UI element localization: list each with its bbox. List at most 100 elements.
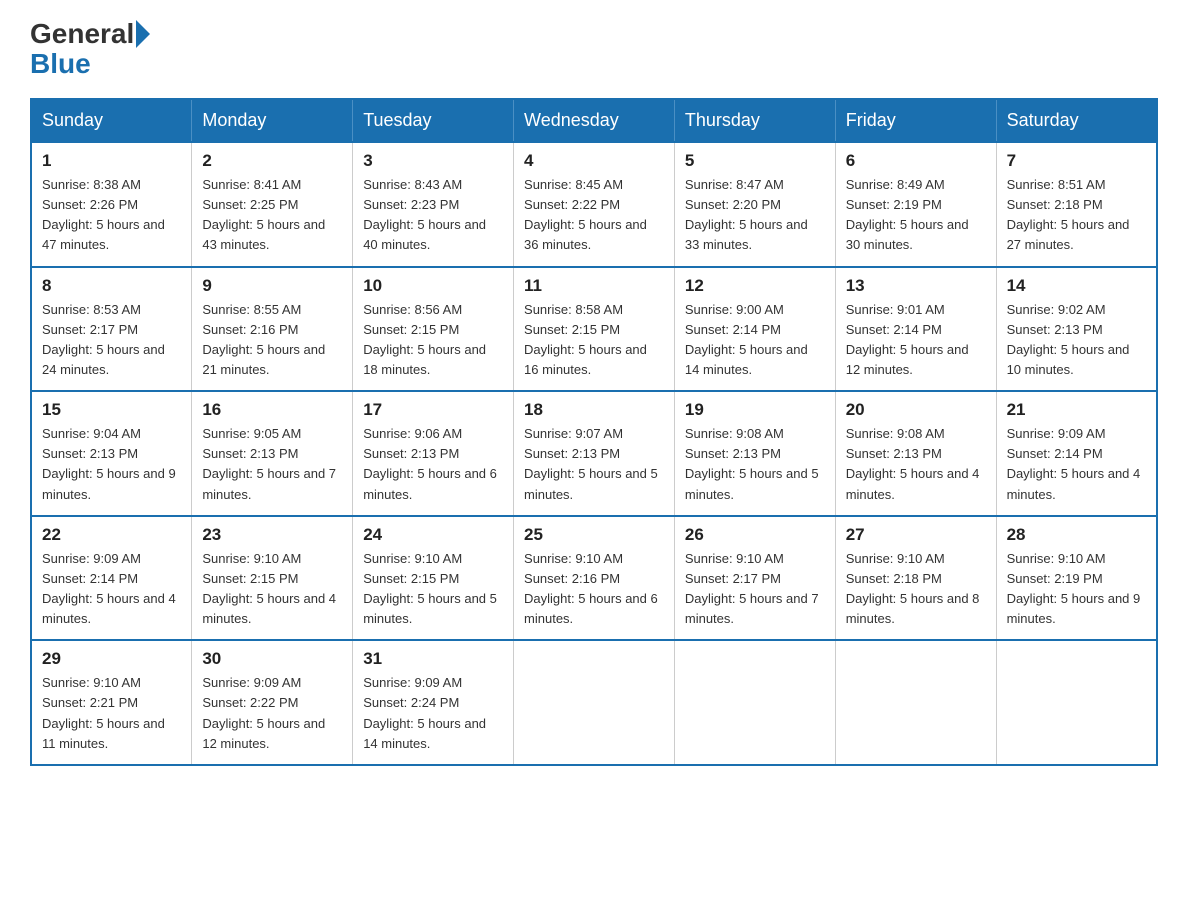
day-info: Sunrise: 9:06 AMSunset: 2:13 PMDaylight:… [363, 426, 497, 501]
day-info: Sunrise: 9:05 AMSunset: 2:13 PMDaylight:… [202, 426, 336, 501]
calendar-cell: 25 Sunrise: 9:10 AMSunset: 2:16 PMDaylig… [514, 516, 675, 641]
calendar-cell: 1 Sunrise: 8:38 AMSunset: 2:26 PMDayligh… [31, 142, 192, 267]
calendar-cell: 23 Sunrise: 9:10 AMSunset: 2:15 PMDaylig… [192, 516, 353, 641]
calendar-cell: 2 Sunrise: 8:41 AMSunset: 2:25 PMDayligh… [192, 142, 353, 267]
calendar-cell: 21 Sunrise: 9:09 AMSunset: 2:14 PMDaylig… [996, 391, 1157, 516]
weekday-header-row: SundayMondayTuesdayWednesdayThursdayFrid… [31, 99, 1157, 142]
day-info: Sunrise: 9:09 AMSunset: 2:14 PMDaylight:… [1007, 426, 1141, 501]
day-number: 1 [42, 151, 181, 171]
calendar-cell: 15 Sunrise: 9:04 AMSunset: 2:13 PMDaylig… [31, 391, 192, 516]
day-info: Sunrise: 9:09 AMSunset: 2:24 PMDaylight:… [363, 675, 486, 750]
day-number: 21 [1007, 400, 1146, 420]
day-info: Sunrise: 9:10 AMSunset: 2:15 PMDaylight:… [202, 551, 336, 626]
logo: General Blue [30, 20, 152, 80]
day-number: 31 [363, 649, 503, 669]
day-number: 29 [42, 649, 181, 669]
day-number: 4 [524, 151, 664, 171]
day-info: Sunrise: 8:38 AMSunset: 2:26 PMDaylight:… [42, 177, 165, 252]
day-number: 17 [363, 400, 503, 420]
calendar-cell [674, 640, 835, 765]
day-number: 30 [202, 649, 342, 669]
day-number: 24 [363, 525, 503, 545]
day-number: 15 [42, 400, 181, 420]
calendar-cell: 31 Sunrise: 9:09 AMSunset: 2:24 PMDaylig… [353, 640, 514, 765]
day-number: 9 [202, 276, 342, 296]
calendar-week-row: 15 Sunrise: 9:04 AMSunset: 2:13 PMDaylig… [31, 391, 1157, 516]
day-info: Sunrise: 9:10 AMSunset: 2:17 PMDaylight:… [685, 551, 819, 626]
day-number: 23 [202, 525, 342, 545]
calendar-table: SundayMondayTuesdayWednesdayThursdayFrid… [30, 98, 1158, 766]
day-info: Sunrise: 9:09 AMSunset: 2:22 PMDaylight:… [202, 675, 325, 750]
page-header: General Blue [30, 20, 1158, 80]
day-number: 7 [1007, 151, 1146, 171]
calendar-cell: 24 Sunrise: 9:10 AMSunset: 2:15 PMDaylig… [353, 516, 514, 641]
logo-general-text: General [30, 20, 134, 48]
calendar-cell: 5 Sunrise: 8:47 AMSunset: 2:20 PMDayligh… [674, 142, 835, 267]
calendar-week-row: 22 Sunrise: 9:09 AMSunset: 2:14 PMDaylig… [31, 516, 1157, 641]
day-info: Sunrise: 9:00 AMSunset: 2:14 PMDaylight:… [685, 302, 808, 377]
day-number: 25 [524, 525, 664, 545]
calendar-cell: 3 Sunrise: 8:43 AMSunset: 2:23 PMDayligh… [353, 142, 514, 267]
calendar-cell: 20 Sunrise: 9:08 AMSunset: 2:13 PMDaylig… [835, 391, 996, 516]
day-info: Sunrise: 9:10 AMSunset: 2:15 PMDaylight:… [363, 551, 497, 626]
calendar-cell: 14 Sunrise: 9:02 AMSunset: 2:13 PMDaylig… [996, 267, 1157, 392]
day-info: Sunrise: 9:04 AMSunset: 2:13 PMDaylight:… [42, 426, 176, 501]
day-info: Sunrise: 9:10 AMSunset: 2:18 PMDaylight:… [846, 551, 980, 626]
calendar-cell: 6 Sunrise: 8:49 AMSunset: 2:19 PMDayligh… [835, 142, 996, 267]
day-info: Sunrise: 8:55 AMSunset: 2:16 PMDaylight:… [202, 302, 325, 377]
calendar-cell: 12 Sunrise: 9:00 AMSunset: 2:14 PMDaylig… [674, 267, 835, 392]
calendar-cell: 4 Sunrise: 8:45 AMSunset: 2:22 PMDayligh… [514, 142, 675, 267]
day-info: Sunrise: 9:08 AMSunset: 2:13 PMDaylight:… [685, 426, 819, 501]
day-number: 22 [42, 525, 181, 545]
calendar-cell: 17 Sunrise: 9:06 AMSunset: 2:13 PMDaylig… [353, 391, 514, 516]
weekday-header-tuesday: Tuesday [353, 99, 514, 142]
day-number: 14 [1007, 276, 1146, 296]
calendar-week-row: 8 Sunrise: 8:53 AMSunset: 2:17 PMDayligh… [31, 267, 1157, 392]
day-info: Sunrise: 9:07 AMSunset: 2:13 PMDaylight:… [524, 426, 658, 501]
day-number: 10 [363, 276, 503, 296]
weekday-header-wednesday: Wednesday [514, 99, 675, 142]
day-number: 13 [846, 276, 986, 296]
day-number: 3 [363, 151, 503, 171]
day-info: Sunrise: 8:43 AMSunset: 2:23 PMDaylight:… [363, 177, 486, 252]
day-info: Sunrise: 9:02 AMSunset: 2:13 PMDaylight:… [1007, 302, 1130, 377]
day-number: 18 [524, 400, 664, 420]
calendar-cell [996, 640, 1157, 765]
calendar-cell: 30 Sunrise: 9:09 AMSunset: 2:22 PMDaylig… [192, 640, 353, 765]
calendar-cell: 19 Sunrise: 9:08 AMSunset: 2:13 PMDaylig… [674, 391, 835, 516]
day-number: 5 [685, 151, 825, 171]
calendar-cell: 28 Sunrise: 9:10 AMSunset: 2:19 PMDaylig… [996, 516, 1157, 641]
weekday-header-saturday: Saturday [996, 99, 1157, 142]
day-info: Sunrise: 9:01 AMSunset: 2:14 PMDaylight:… [846, 302, 969, 377]
day-info: Sunrise: 9:08 AMSunset: 2:13 PMDaylight:… [846, 426, 980, 501]
day-number: 6 [846, 151, 986, 171]
day-info: Sunrise: 8:51 AMSunset: 2:18 PMDaylight:… [1007, 177, 1130, 252]
calendar-cell: 22 Sunrise: 9:09 AMSunset: 2:14 PMDaylig… [31, 516, 192, 641]
calendar-cell [835, 640, 996, 765]
day-number: 19 [685, 400, 825, 420]
day-info: Sunrise: 8:58 AMSunset: 2:15 PMDaylight:… [524, 302, 647, 377]
logo-arrow-icon [136, 20, 150, 48]
calendar-cell: 13 Sunrise: 9:01 AMSunset: 2:14 PMDaylig… [835, 267, 996, 392]
calendar-cell: 7 Sunrise: 8:51 AMSunset: 2:18 PMDayligh… [996, 142, 1157, 267]
calendar-week-row: 1 Sunrise: 8:38 AMSunset: 2:26 PMDayligh… [31, 142, 1157, 267]
day-number: 2 [202, 151, 342, 171]
calendar-week-row: 29 Sunrise: 9:10 AMSunset: 2:21 PMDaylig… [31, 640, 1157, 765]
calendar-cell: 29 Sunrise: 9:10 AMSunset: 2:21 PMDaylig… [31, 640, 192, 765]
day-number: 20 [846, 400, 986, 420]
calendar-cell: 9 Sunrise: 8:55 AMSunset: 2:16 PMDayligh… [192, 267, 353, 392]
day-number: 16 [202, 400, 342, 420]
day-number: 8 [42, 276, 181, 296]
day-info: Sunrise: 9:10 AMSunset: 2:19 PMDaylight:… [1007, 551, 1141, 626]
day-number: 28 [1007, 525, 1146, 545]
day-info: Sunrise: 9:10 AMSunset: 2:16 PMDaylight:… [524, 551, 658, 626]
day-info: Sunrise: 8:49 AMSunset: 2:19 PMDaylight:… [846, 177, 969, 252]
weekday-header-sunday: Sunday [31, 99, 192, 142]
day-number: 12 [685, 276, 825, 296]
weekday-header-thursday: Thursday [674, 99, 835, 142]
calendar-cell [514, 640, 675, 765]
day-info: Sunrise: 8:47 AMSunset: 2:20 PMDaylight:… [685, 177, 808, 252]
day-number: 11 [524, 276, 664, 296]
weekday-header-monday: Monday [192, 99, 353, 142]
calendar-cell: 10 Sunrise: 8:56 AMSunset: 2:15 PMDaylig… [353, 267, 514, 392]
